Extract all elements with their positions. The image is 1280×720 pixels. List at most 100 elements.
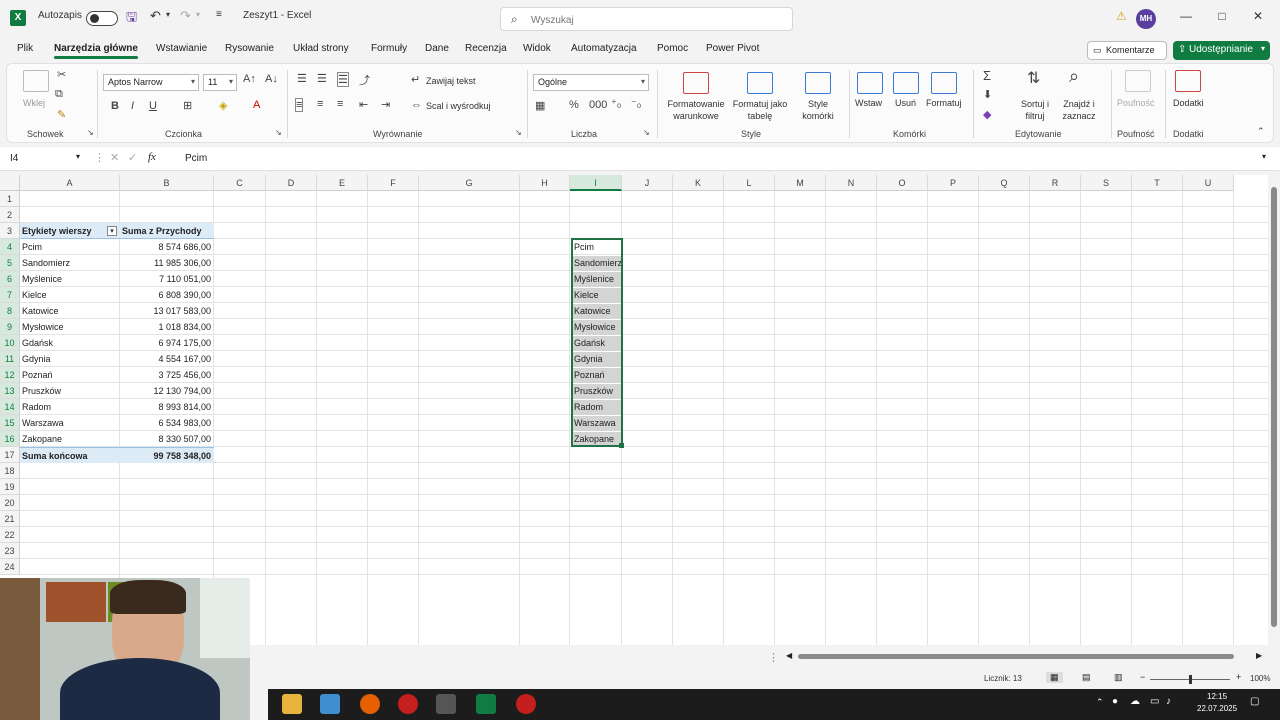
column-header-b[interactable]: B (120, 175, 214, 191)
sensitivity-button[interactable]: Poufność (1117, 98, 1155, 108)
row-header-16[interactable]: 16 (0, 431, 20, 447)
pivot-row-label[interactable]: Poznań (20, 367, 120, 383)
clipboard-launcher-icon[interactable]: ↘ (87, 128, 94, 137)
pivot-row-label[interactable]: Sandomierz (20, 255, 120, 271)
font-color-icon[interactable]: A (253, 99, 260, 111)
pivot-row-value[interactable]: 1 018 834,00 (120, 319, 214, 335)
align-left-icon[interactable]: ≡ (295, 98, 304, 112)
normal-view-icon[interactable]: ▦ (1046, 672, 1063, 683)
avatar[interactable]: MH (1136, 9, 1156, 29)
row-header-20[interactable]: 20 (0, 495, 20, 511)
percent-icon[interactable]: % (569, 99, 579, 111)
notifications-icon[interactable]: ▢ (1250, 696, 1259, 707)
cloud-icon[interactable]: ☁ (1130, 696, 1140, 707)
italic-button[interactable]: I (131, 100, 134, 112)
find-select-button[interactable]: Znajdź i zaznacz (1057, 98, 1101, 122)
conditional-format-button[interactable]: Formatowanie warunkowe (663, 98, 729, 122)
tab-help[interactable]: Pomoc (657, 43, 688, 54)
column-header-k[interactable]: K (673, 175, 724, 191)
pivot-row-value[interactable]: 6 808 390,00 (120, 287, 214, 303)
row-header-11[interactable]: 11 (0, 351, 20, 367)
store-icon[interactable] (320, 694, 340, 714)
maximize-button[interactable]: □ (1210, 9, 1234, 29)
align-right-icon[interactable]: ≡ (337, 98, 343, 110)
pivot-row-label[interactable]: Pruszków (20, 383, 120, 399)
row-header-10[interactable]: 10 (0, 335, 20, 351)
format-as-table-button[interactable]: Formatuj jako tabelę (729, 98, 791, 122)
number-launcher-icon[interactable]: ↘ (643, 128, 650, 137)
pivot-row-value[interactable]: 6 974 175,00 (120, 335, 214, 351)
name-box[interactable]: I4 (6, 151, 86, 168)
column-header-d[interactable]: D (266, 175, 317, 191)
tab-review[interactable]: Recenzja (465, 43, 507, 54)
column-header-e[interactable]: E (317, 175, 368, 191)
increase-indent-icon[interactable]: ⇥ (381, 98, 390, 111)
undo-dropdown-icon[interactable]: ▾ (166, 10, 170, 19)
tab-formulas[interactable]: Formuły (371, 43, 407, 54)
addins-button[interactable]: Dodatki (1173, 98, 1204, 108)
decrease-font-icon[interactable]: A↓ (265, 73, 278, 85)
increase-font-icon[interactable]: A↑ (243, 73, 256, 85)
alignment-launcher-icon[interactable]: ↘ (515, 128, 522, 137)
tab-view[interactable]: Widok (523, 43, 551, 54)
comments-button[interactable]: ▭ Komentarze (1087, 41, 1167, 60)
row-header-22[interactable]: 22 (0, 527, 20, 543)
undo-icon[interactable]: ↶ (150, 8, 161, 24)
pivot-row-labels-header[interactable]: Etykiety wierszy (20, 223, 120, 239)
paste-icon[interactable] (23, 70, 49, 92)
pivot-row-label[interactable]: Warszawa (20, 415, 120, 431)
align-bottom-icon[interactable]: ☰ (337, 72, 349, 87)
search-input[interactable] (531, 12, 771, 28)
column-header-q[interactable]: Q (979, 175, 1030, 191)
expand-formula-icon[interactable]: ▾ (1262, 152, 1266, 161)
pivot-row-label[interactable]: Radom (20, 399, 120, 415)
pivot-total-label[interactable]: Suma końcowa (20, 447, 120, 463)
tray-chevron-icon[interactable]: ⌃ (1096, 697, 1104, 708)
row-header-24[interactable]: 24 (0, 559, 20, 575)
font-size-select[interactable]: 11 (203, 74, 237, 91)
scroll-left-icon[interactable]: ◀ (786, 651, 792, 660)
vertical-scrollbar[interactable] (1268, 175, 1280, 645)
microphone-icon[interactable]: ● (1112, 696, 1118, 707)
camera-icon[interactable] (436, 694, 456, 714)
column-header-o[interactable]: O (877, 175, 928, 191)
pivot-row-value[interactable]: 3 725 456,00 (120, 367, 214, 383)
formula-input[interactable]: Pcim (185, 153, 207, 164)
format-painter-icon[interactable]: ✎ (57, 108, 66, 121)
pivot-row-label[interactable]: Katowice (20, 303, 120, 319)
pivot-row-value[interactable]: 8 574 686,00 (120, 239, 214, 255)
row-header-14[interactable]: 14 (0, 399, 20, 415)
insert-function-button[interactable]: fx (148, 151, 156, 163)
tab-page-layout[interactable]: Układ strony (293, 43, 349, 54)
cell-styles-button[interactable]: Style komórki (793, 98, 843, 122)
cut-icon[interactable]: ✂ (57, 68, 66, 81)
format-cells-button[interactable]: Formatuj (926, 98, 962, 108)
row-header-15[interactable]: 15 (0, 415, 20, 431)
pivot-row-value[interactable]: 12 130 794,00 (120, 383, 214, 399)
pivot-row-value[interactable]: 11 985 306,00 (120, 255, 214, 271)
wrap-text-icon[interactable]: ↵ (411, 73, 420, 86)
zoom-in-icon[interactable]: + (1236, 672, 1241, 682)
name-box-dropdown-icon[interactable]: ▾ (76, 152, 80, 161)
comma-style-icon[interactable]: 000 (589, 99, 607, 111)
sort-filter-button[interactable]: Sortuj i filtruj (1017, 98, 1053, 122)
network-icon[interactable]: ▭ (1150, 696, 1159, 707)
row-header-7[interactable]: 7 (0, 287, 20, 303)
zoom-out-icon[interactable]: − (1140, 672, 1145, 682)
tab-file[interactable]: Plik (17, 43, 33, 54)
share-dropdown-icon[interactable]: ▾ (1261, 44, 1265, 53)
save-icon[interactable]: 🖫 (126, 8, 137, 30)
row-header-3[interactable]: 3 (0, 223, 20, 239)
row-header-8[interactable]: 8 (0, 303, 20, 319)
zoom-slider-knob[interactable] (1189, 675, 1192, 684)
pivot-row-label[interactable]: Myślenice (20, 271, 120, 287)
recorder-icon[interactable] (398, 694, 418, 714)
pivot-row-label[interactable]: Gdańsk (20, 335, 120, 351)
insert-cells-button[interactable]: Wstaw (855, 98, 882, 108)
pivot-row-label[interactable]: Mysłowice (20, 319, 120, 335)
column-header-i[interactable]: I (570, 175, 622, 191)
align-center-icon[interactable]: ≡ (317, 98, 323, 110)
column-header-r[interactable]: R (1030, 175, 1081, 191)
page-layout-view-icon[interactable]: ▤ (1082, 672, 1091, 683)
pivot-row-label[interactable]: Pcim (20, 239, 120, 255)
